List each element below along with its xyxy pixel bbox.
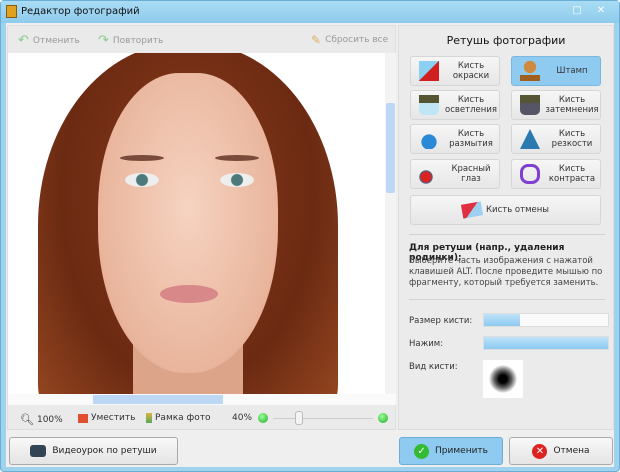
pressure-label: Нажим: <box>409 339 444 349</box>
brush-size-label: Размер кисти: <box>409 316 473 326</box>
redo-arrow-icon: ↷ <box>98 33 109 48</box>
close-button[interactable]: ✕ <box>591 4 611 18</box>
undo-arrow-icon: ↶ <box>18 33 29 48</box>
red-eye-wand-icon <box>419 164 439 184</box>
photo-eye <box>220 173 254 187</box>
pressure-fill <box>484 337 608 349</box>
brush-view-label: Вид кисти: <box>409 362 458 372</box>
photo-brow <box>120 155 164 161</box>
image-panel: ↶ Отменить ↷ Повторить ✎ Сбросить все 🔍︎ 100… <box>7 25 396 430</box>
zoom-slider-thumb[interactable] <box>295 411 303 425</box>
divider <box>409 234 605 235</box>
cancel-label: Отмена <box>553 446 590 456</box>
retouch-panel: Ретушь фотографии Кисть окраски Штамп Ки… <box>398 25 614 430</box>
tool-label: Кисть окраски <box>452 61 490 81</box>
zoom-bar: 🔍︎ 100% Уместить Рамка фото 40% <box>8 406 395 430</box>
photo-editor-window: Редактор фотографий □ ✕ ↶ Отменить ↷ Повто… <box>0 0 620 472</box>
brush-size-fill <box>484 314 520 326</box>
zoom-out-icon[interactable] <box>258 413 268 423</box>
panel-title: Ретушь фотографии <box>446 34 566 47</box>
photo-frame-button[interactable]: Рамка фото <box>146 413 211 423</box>
zoom-100-button[interactable]: 🔍︎ 100% <box>20 413 63 426</box>
apply-button[interactable]: ✓ Применить <box>399 437 503 465</box>
blur-drop-icon <box>419 129 439 149</box>
app-icon <box>6 5 17 18</box>
zoom-in-icon[interactable] <box>378 413 388 423</box>
photo-eye <box>125 173 159 187</box>
tool-sharpen-brush[interactable]: Кисть резкости <box>511 124 601 154</box>
darken-brush-icon <box>520 95 540 115</box>
photo-canvas[interactable] <box>8 53 385 394</box>
tool-undo-brush[interactable]: Кисть отмены <box>410 195 601 225</box>
video-tutorial-button[interactable]: Видеоурок по ретуши <box>9 437 178 465</box>
brush-shape <box>489 365 517 393</box>
apply-label: Применить <box>435 446 488 456</box>
vertical-scroll-thumb[interactable] <box>386 103 395 193</box>
tool-label: Кисть размытия <box>449 129 493 149</box>
undo-label: Отменить <box>32 35 80 46</box>
zoom-level: 40% <box>232 413 253 423</box>
reset-all-button[interactable]: ✎ Сбросить все <box>311 33 388 47</box>
title-bar: Редактор фотографий □ ✕ <box>1 1 619 23</box>
tool-label: Штамп <box>556 66 588 76</box>
cancel-x-icon: ✕ <box>532 443 548 459</box>
horizontal-scrollbar[interactable] <box>8 394 396 405</box>
edit-toolbar: ↶ Отменить ↷ Повторить ✎ Сбросить все <box>8 26 395 53</box>
client-area: ↶ Отменить ↷ Повторить ✎ Сбросить все 🔍︎ 100… <box>6 23 614 467</box>
reset-label: Сбросить все <box>325 35 389 45</box>
photo-brow <box>215 155 259 161</box>
lighten-brush-icon <box>419 95 439 115</box>
cancel-button[interactable]: ✕ Отмена <box>509 437 613 465</box>
eraser-icon <box>460 201 484 219</box>
broom-icon: ✎ <box>311 33 322 47</box>
tool-blur-brush[interactable]: Кисть размытия <box>410 124 500 154</box>
divider <box>409 299 605 300</box>
tool-label: Кисть резкости <box>551 129 593 149</box>
pressure-slider[interactable] <box>483 336 609 350</box>
photo-lips <box>160 285 218 303</box>
video-camera-icon <box>30 445 47 457</box>
maximize-button[interactable]: □ <box>567 4 587 18</box>
redo-label: Повторить <box>112 35 164 46</box>
brush-preview <box>483 360 523 398</box>
tool-darken-brush[interactable]: Кисть затемнения <box>511 90 601 120</box>
tool-lighten-brush[interactable]: Кисть осветления <box>410 90 500 120</box>
tool-label: Кисть осветления <box>445 95 497 115</box>
checkmark-icon: ✓ <box>414 443 430 459</box>
tool-label: Красный глаз <box>451 164 491 184</box>
video-label: Видеоурок по ретуши <box>52 446 157 456</box>
paint-brush-icon <box>419 61 439 81</box>
fit-label: Уместить <box>91 413 136 423</box>
tool-red-eye[interactable]: Красный глаз <box>410 159 500 189</box>
tool-label: Кисть затемнения <box>545 95 599 115</box>
sharpen-cone-icon <box>520 129 540 149</box>
tool-paint-brush[interactable]: Кисть окраски <box>410 56 500 86</box>
tool-label: Кисть отмены <box>486 205 549 215</box>
window-title: Редактор фотографий <box>21 6 140 17</box>
redo-button[interactable]: ↷ Повторить <box>98 33 163 48</box>
vertical-scrollbar[interactable] <box>385 53 396 394</box>
description-text: Выберите часть изображения с нажатой кла… <box>409 256 603 288</box>
tool-label: Кисть контраста <box>548 164 596 184</box>
zoom-slider-track[interactable] <box>273 418 373 419</box>
stamp-icon <box>520 61 540 81</box>
contrast-icon <box>520 164 540 184</box>
frame-icon <box>146 413 152 423</box>
tool-stamp[interactable]: Штамп <box>511 56 601 86</box>
magnifier-icon: 🔍︎ <box>20 413 34 426</box>
frame-label: Рамка фото <box>155 413 211 423</box>
photo-face <box>98 73 278 373</box>
brush-size-slider[interactable] <box>483 313 609 327</box>
horizontal-scroll-thumb[interactable] <box>93 395 223 404</box>
tool-contrast-brush[interactable]: Кисть контраста <box>511 159 601 189</box>
fit-button[interactable]: Уместить <box>78 413 135 423</box>
fit-icon <box>78 413 88 423</box>
zoom-100-label: 100% <box>36 414 63 425</box>
undo-button[interactable]: ↶ Отменить <box>18 33 80 48</box>
